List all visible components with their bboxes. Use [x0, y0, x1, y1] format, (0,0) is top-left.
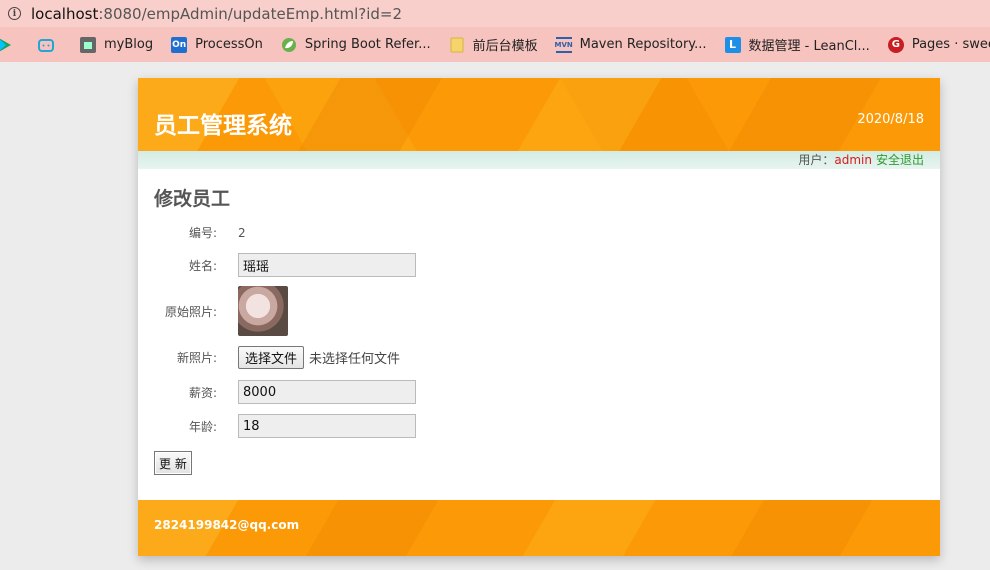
bookmark-gitee-pages[interactable]: G Pages · sweetboy... — [887, 36, 990, 53]
form-row-id: 编号: 2 — [138, 224, 246, 241]
name-input[interactable] — [238, 253, 416, 277]
bookmark-label: ProcessOn — [195, 37, 263, 52]
bookmark-leancloud[interactable]: L 数据管理 - LeanCl... — [724, 35, 870, 54]
form-row-name: 姓名: — [138, 253, 416, 277]
id-label: 编号: — [188, 226, 217, 240]
age-label: 年龄: — [188, 419, 217, 434]
bookmark-label: myBlog — [104, 37, 154, 52]
form-row-salary: 薪资: — [138, 380, 416, 404]
file-status-text: 未选择任何文件 — [309, 352, 401, 367]
form-row-age: 年龄: — [138, 414, 416, 438]
bookmark-bilibili[interactable] — [38, 37, 62, 53]
url-path: :8080/empAdmin/updateEmp.html?id=2 — [98, 4, 403, 23]
photo-label: 原始照片: — [164, 304, 217, 319]
bookmark-processon[interactable]: On ProcessOn — [171, 36, 263, 53]
page-title: 修改员工 — [154, 188, 231, 210]
leancloud-icon: L — [724, 36, 741, 53]
user-bar: 用户：admin 安全退出 — [138, 151, 940, 169]
gitee-icon: G — [887, 36, 904, 53]
update-button[interactable]: 更 新 — [154, 451, 192, 475]
main-content: 修改员工 编号: 2 姓名: 原始照片: 新照片: 选择文件 未选择任何文件 薪… — [138, 169, 940, 499]
footer-email: 2824199842@qq.com — [154, 518, 300, 532]
user-prefix: 用户： — [798, 153, 835, 167]
bookmark-label: Maven Repository... — [579, 37, 707, 52]
address-bar[interactable]: i localhost:8080/empAdmin/updateEmp.html… — [0, 0, 990, 27]
site-title: 员工管理系统 — [154, 113, 292, 139]
bookmark-label: 前后台模板 — [472, 39, 538, 54]
bookmark-templates-folder[interactable]: 前后台模板 — [449, 35, 538, 54]
play-store-icon — [0, 37, 12, 53]
form-row-new-photo: 新照片: 选择文件 未选择任何文件 — [138, 346, 400, 369]
bookmarks-bar: myBlog On ProcessOn Spring Boot Refer...… — [0, 27, 990, 62]
choose-file-button[interactable]: 选择文件 — [238, 346, 305, 369]
new-photo-label: 新照片: — [176, 351, 217, 365]
bookmark-spring-boot[interactable]: Spring Boot Refer... — [281, 37, 431, 53]
header-date: 2020/8/18 — [857, 112, 924, 127]
spring-leaf-icon — [281, 37, 297, 53]
id-value: 2 — [238, 225, 246, 240]
bilibili-icon — [38, 37, 54, 53]
processon-icon: On — [171, 36, 188, 53]
logout-link[interactable]: 安全退出 — [876, 153, 924, 167]
page-container: 员工管理系统 2020/8/18 用户：admin 安全退出 修改员工 编号: 2… — [138, 78, 940, 556]
bookmark-play-store[interactable] — [0, 37, 20, 53]
username: admin — [834, 153, 872, 167]
folder-icon — [449, 37, 465, 53]
url-host: localhost — [31, 4, 99, 23]
salary-label: 薪资: — [188, 385, 217, 400]
salary-input[interactable] — [238, 380, 416, 404]
bookmark-label: Spring Boot Refer... — [304, 37, 431, 52]
bookmark-label: Pages · sweetboy... — [911, 37, 990, 52]
site-header: 员工管理系统 2020/8/18 — [138, 78, 940, 151]
bookmark-myblog[interactable]: myBlog — [80, 36, 154, 53]
bookmark-label: 数据管理 - LeanCl... — [748, 39, 870, 54]
form-row-photo: 原始照片: — [138, 286, 288, 336]
url-text[interactable]: localhost:8080/empAdmin/updateEmp.html?i… — [31, 5, 402, 23]
name-label: 姓名: — [188, 258, 217, 273]
employee-photo — [238, 286, 288, 336]
mvn-icon: MVN — [555, 36, 573, 53]
age-input[interactable] — [238, 414, 416, 438]
site-footer: 2824199842@qq.com — [138, 500, 940, 556]
blog-icon — [80, 36, 96, 53]
bookmark-maven[interactable]: MVN Maven Repository... — [555, 36, 707, 53]
info-icon[interactable]: i — [8, 7, 21, 20]
